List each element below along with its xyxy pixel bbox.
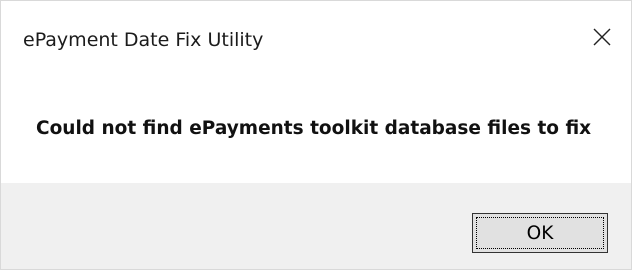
window-title: ePayment Date Fix Utility	[23, 29, 264, 51]
title-bar: ePayment Date Fix Utility	[1, 1, 631, 79]
dialog-content: Could not find ePayments toolkit databas…	[1, 79, 631, 182]
close-icon	[593, 28, 611, 46]
close-button[interactable]	[573, 15, 631, 59]
message-dialog: ePayment Date Fix Utility Could not find…	[0, 0, 632, 270]
error-message: Could not find ePayments toolkit databas…	[36, 118, 592, 139]
ok-button[interactable]: OK	[472, 213, 608, 253]
button-bar: OK	[1, 183, 631, 269]
